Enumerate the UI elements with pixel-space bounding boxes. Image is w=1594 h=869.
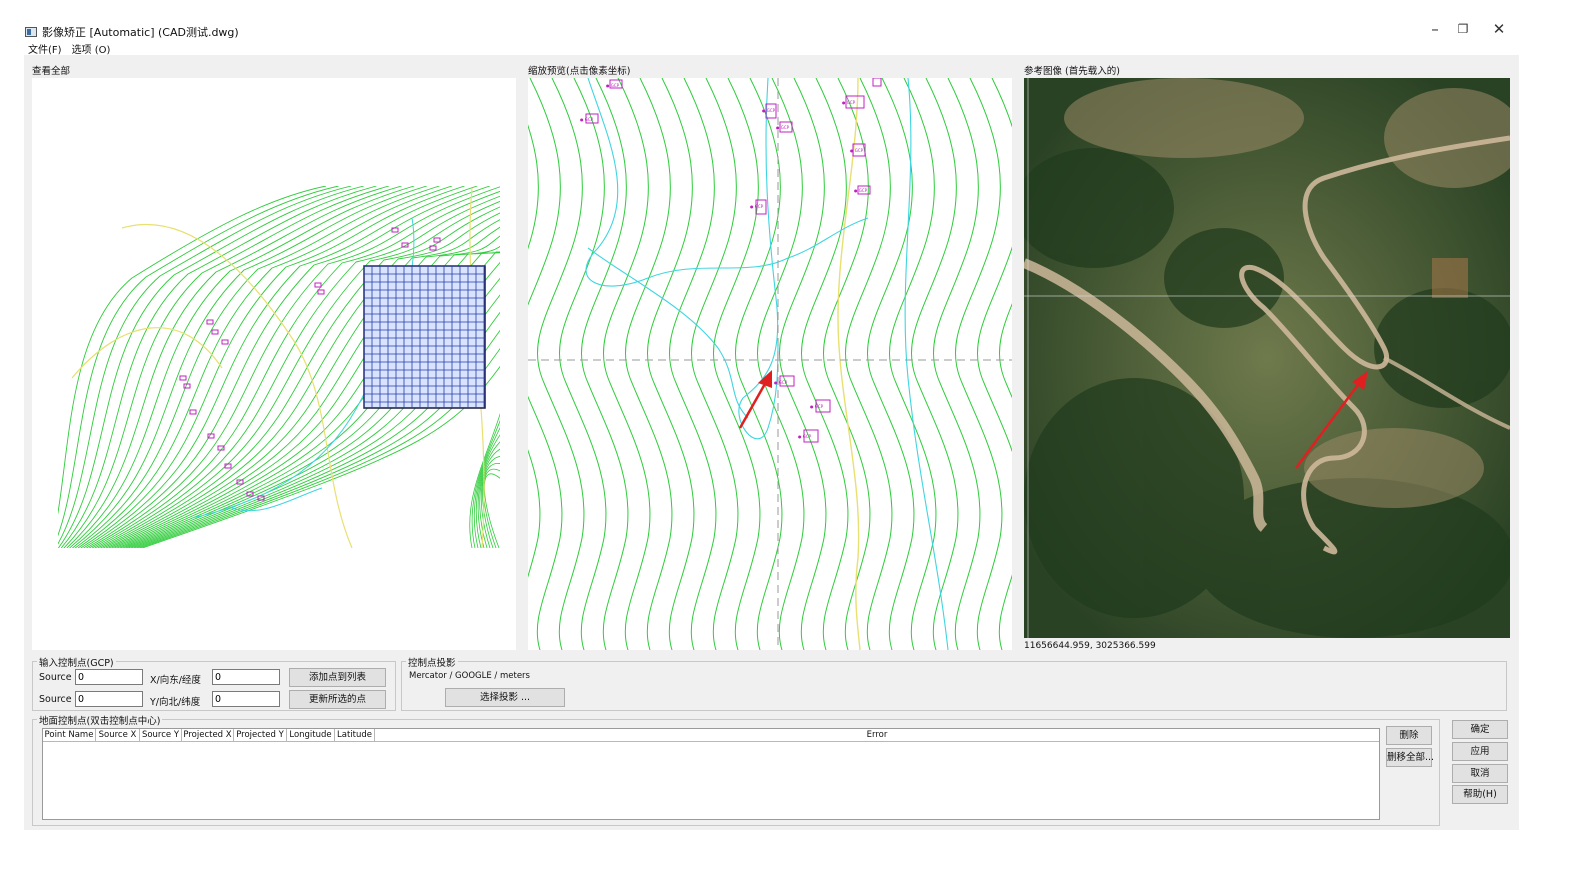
zoom-red-arrow	[738, 370, 772, 429]
source-label-1: Source	[39, 672, 72, 683]
window-title: 影像矫正 [Automatic] (CAD测试.dwg)	[25, 24, 239, 40]
zoom-point-labels: ● GCP ● GCP ● GCP ● GCP ● GCP ● GCP ● GCP ● …	[580, 83, 868, 439]
contour-line	[976, 78, 1012, 650]
reference-panel[interactable]	[1024, 78, 1510, 638]
svg-text:● GCP: ● GCP	[810, 404, 824, 409]
x-input[interactable]	[212, 669, 280, 685]
column-header-source-y[interactable]: Source Y	[140, 729, 182, 742]
ok-button[interactable]: 确定	[1452, 720, 1508, 739]
zoom-panel-title: 缩放预览(点击像素坐标)	[528, 66, 631, 77]
source-label-2: Source	[39, 694, 72, 705]
gcp-input-group-label: 输入控制点(GCP)	[37, 655, 116, 669]
restore-button[interactable]: ❐	[1448, 18, 1478, 40]
source-input-1[interactable]	[75, 669, 143, 685]
column-header-error[interactable]: Error	[375, 729, 1379, 742]
svg-text:● GCP: ● GCP	[774, 380, 788, 385]
projection-group-label: 控制点投影	[406, 655, 458, 669]
svg-text:● GCP: ● GCP	[854, 188, 868, 193]
gcp-list-group-label: 地面控制点(双击控制点中心)	[37, 713, 163, 727]
zoom-panel[interactable]: ● GCP ● GCP ● GCP ● GCP ● GCP ● GCP ● GCP ● …	[528, 78, 1012, 650]
column-header-longitude[interactable]: Longitude	[287, 729, 335, 742]
help-button[interactable]: 帮助(H)	[1452, 785, 1508, 804]
zoom-contour-lines	[528, 78, 1012, 650]
close-button[interactable]: ✕	[1484, 18, 1514, 40]
svg-text:● GCP: ● GCP	[580, 117, 594, 122]
contour-line	[58, 186, 327, 515]
source-input-2[interactable]	[75, 691, 143, 707]
contour-line	[528, 78, 563, 650]
update-point-button[interactable]: 更新所选的点	[289, 690, 386, 709]
column-header-projected-y[interactable]: Projected Y	[234, 729, 287, 742]
window-title-text: 影像矫正 [Automatic] (CAD测试.dwg)	[42, 26, 239, 39]
contour-line	[69, 186, 415, 548]
reference-coordinate-readout: 11656644.959, 3025366.599	[1024, 641, 1156, 651]
gcp-list-table[interactable]: Point Name Source X Source Y Projected X…	[42, 728, 1380, 820]
apply-button[interactable]: 应用	[1452, 742, 1508, 761]
minimize-button[interactable]: –	[1420, 18, 1450, 40]
projection-value: Mercator / GOOGLE / meters	[409, 671, 530, 681]
column-header-projected-x[interactable]: Projected X	[182, 729, 234, 742]
column-header-source-x[interactable]: Source X	[96, 729, 140, 742]
zoom-yellow-contour	[837, 78, 861, 650]
x-label: X/向东/经度	[150, 675, 201, 686]
add-point-button[interactable]: 添加点到列表	[289, 668, 386, 687]
y-label: Y/向北/纬度	[150, 697, 201, 708]
projection-group	[401, 661, 1507, 711]
select-projection-button[interactable]: 选择投影 ...	[445, 688, 565, 707]
zoom-streams	[585, 78, 949, 650]
app-icon	[25, 27, 37, 37]
svg-text:● GCP: ● GCP	[850, 148, 864, 153]
svg-text:● GCP: ● GCP	[762, 108, 776, 113]
menu-options[interactable]: 选项 (O)	[72, 41, 111, 56]
overview-panel-title: 查看全部	[32, 66, 71, 77]
reference-satellite-image[interactable]	[1024, 78, 1510, 638]
menu-file[interactable]: 文件(F)	[28, 41, 62, 56]
column-header-latitude[interactable]: Latitude	[335, 729, 375, 742]
svg-text:● GCP: ● GCP	[776, 125, 790, 130]
column-header-point-name[interactable]: Point Name	[43, 729, 96, 742]
contour-line	[998, 303, 1012, 399]
y-input[interactable]	[212, 691, 280, 707]
contour-line	[63, 186, 390, 548]
svg-text:● GCP: ● GCP	[798, 434, 812, 439]
delete-button[interactable]: 删除	[1386, 726, 1432, 745]
remove-all-button[interactable]: 删移全部...	[1386, 748, 1434, 767]
reference-panel-title: 参考图像 (首先载入的)	[1024, 66, 1120, 77]
svg-text:● GCP: ● GCP	[842, 100, 856, 105]
overview-zoom-grid[interactable]	[363, 265, 486, 409]
menu-bar: 文件(F) 选项 (O)	[28, 41, 110, 56]
zoom-map[interactable]: ● GCP ● GCP ● GCP ● GCP ● GCP ● GCP ● GCP ● …	[528, 78, 1012, 650]
overview-map[interactable]	[32, 78, 516, 650]
overview-panel[interactable]	[32, 78, 516, 650]
cancel-button[interactable]: 取消	[1452, 764, 1508, 783]
contour-line	[477, 441, 500, 548]
svg-text:● GCP: ● GCP	[750, 204, 764, 209]
svg-text:● GCP: ● GCP	[606, 83, 620, 88]
